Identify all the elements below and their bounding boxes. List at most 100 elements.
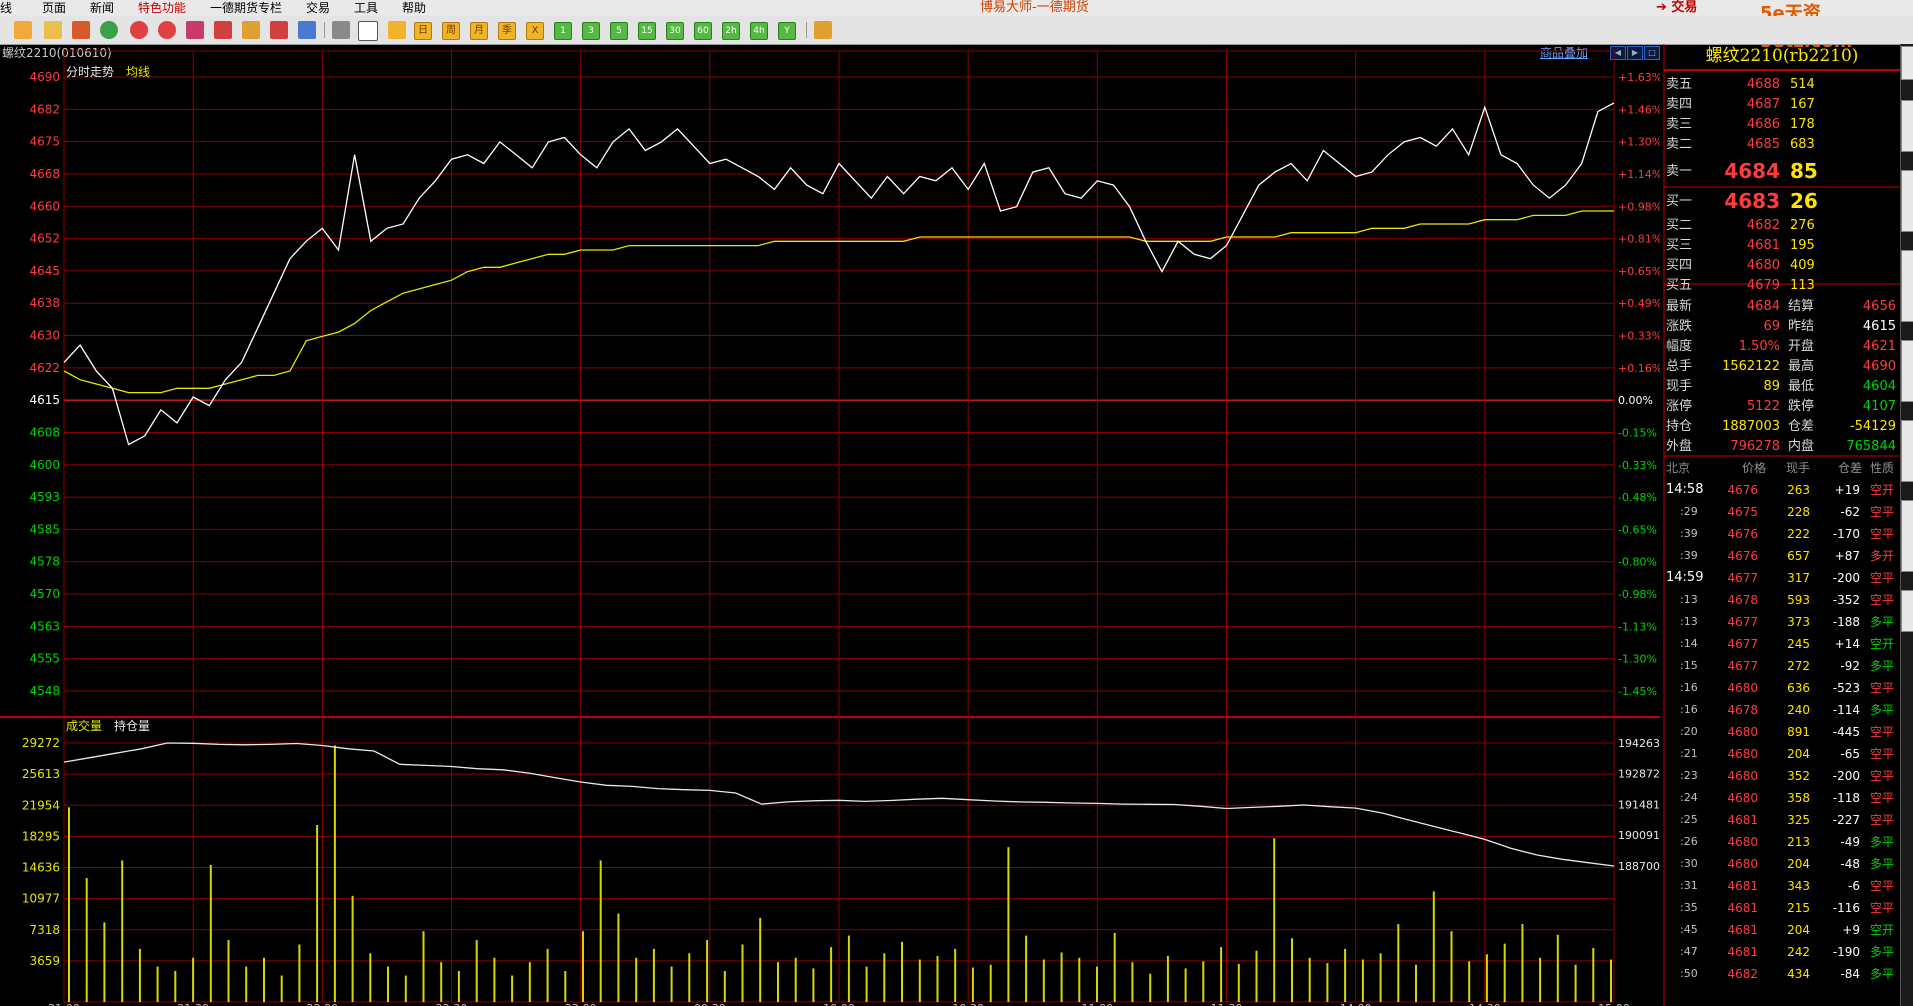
tag-icon[interactable] <box>242 21 260 39</box>
tick-row[interactable]: :50 4682 434 -84 多平 <box>1666 967 1898 985</box>
tick-row[interactable]: :16 4678 240 -114 多平 <box>1666 703 1898 721</box>
zoom-out-icon[interactable] <box>158 21 176 39</box>
tick-row[interactable]: 14:59 4677 317 -200 空平 <box>1666 571 1898 589</box>
menu-item-column[interactable]: 一德期货专栏 <box>210 0 282 16</box>
menu-item-line[interactable]: 线 <box>0 0 12 16</box>
period-3m-button[interactable]: 3 <box>582 22 600 40</box>
period-quarter-button[interactable]: 季 <box>498 22 516 40</box>
period-week-button[interactable]: 周 <box>442 22 460 40</box>
ask-volume: 85 <box>1790 159 1818 183</box>
ask-label: 卖五 <box>1666 77 1693 92</box>
kline-icon[interactable] <box>388 21 406 39</box>
tick-row[interactable]: :31 4681 343 -6 空平 <box>1666 879 1898 897</box>
trade-button[interactable]: ➔ 交易 <box>1656 0 1697 16</box>
tick-row[interactable]: :35 4681 215 -116 空平 <box>1666 901 1898 919</box>
period-x-button[interactable]: X <box>526 22 544 40</box>
period-year-button[interactable]: Y <box>778 22 796 40</box>
tick-oi-change: -48 <box>1840 857 1860 871</box>
period-2h-button[interactable]: 2h <box>722 22 740 40</box>
tick-row[interactable]: :30 4680 204 -48 多平 <box>1666 857 1898 875</box>
tick-row[interactable]: :24 4680 358 -118 空平 <box>1666 791 1898 809</box>
quote-title: 螺纹2210(rb2210) <box>1705 46 1859 66</box>
stat-label: 最高 <box>1788 359 1815 374</box>
side-tab-6[interactable] <box>1901 420 1913 482</box>
refresh-icon[interactable] <box>100 21 118 39</box>
intraday-chart[interactable]: 4690 4682 4675 4668 4660 4652 4645 4638 4630 4622… <box>0 44 1660 1006</box>
tick-row[interactable]: :26 4680 213 -49 多平 <box>1666 835 1898 853</box>
pen-icon[interactable] <box>214 21 232 39</box>
zoom-in-icon[interactable] <box>130 21 148 39</box>
side-tab-1[interactable] <box>1901 46 1913 80</box>
stat-value: 1562122 <box>1722 359 1780 374</box>
menu-item-news[interactable]: 新闻 <box>90 0 114 16</box>
menu-item-tools[interactable]: 工具 <box>354 0 378 16</box>
news-icon[interactable] <box>72 21 90 39</box>
volume-bar <box>209 864 212 1002</box>
tick-row[interactable]: :39 4676 222 -170 空平 <box>1666 527 1898 545</box>
tick-row[interactable]: :23 4680 352 -200 空平 <box>1666 769 1898 787</box>
period-5m-button[interactable]: 5 <box>610 22 628 40</box>
tick-row[interactable]: :45 4681 204 +9 空开 <box>1666 923 1898 941</box>
period-60m-button[interactable]: 60 <box>694 22 712 40</box>
period-30m-button[interactable]: 30 <box>666 22 684 40</box>
side-tab-5[interactable] <box>1901 340 1913 402</box>
tick-volume: 636 <box>1787 681 1810 695</box>
tick-row[interactable]: 14:58 4676 263 +19 空开 <box>1666 483 1898 501</box>
tick-price: 4677 <box>1727 571 1758 585</box>
stat-value: 1887003 <box>1722 419 1780 434</box>
menu-item-help[interactable]: 帮助 <box>402 0 426 16</box>
side-tab-4[interactable] <box>1901 250 1913 322</box>
tick-row[interactable]: :16 4680 636 -523 空平 <box>1666 681 1898 699</box>
home-icon[interactable] <box>14 21 32 39</box>
change-tick-label: +0.98% <box>1618 200 1660 213</box>
time-tick-label: 11:00 <box>1081 1002 1113 1006</box>
tick-volume: 373 <box>1787 615 1810 629</box>
side-tab-2[interactable] <box>1901 100 1913 152</box>
stat-value: -54129 <box>1849 419 1896 434</box>
period-15m-button[interactable]: 15 <box>638 22 656 40</box>
tick-row[interactable]: :13 4677 373 -188 多平 <box>1666 615 1898 633</box>
period-month-button[interactable]: 月 <box>470 22 488 40</box>
volume-bar <box>103 922 106 1002</box>
volume-bar <box>1468 961 1471 1002</box>
intraday-chart-icon[interactable] <box>358 21 378 41</box>
period-day-button[interactable]: 日 <box>414 22 432 40</box>
tick-row[interactable]: :25 4681 325 -227 空平 <box>1666 813 1898 831</box>
legend-price-line: 分时走势 <box>66 65 114 79</box>
period-4h-button[interactable]: 4h <box>750 22 768 40</box>
tick-row[interactable]: :29 4675 228 -62 空平 <box>1666 505 1898 523</box>
page-icon[interactable] <box>44 21 62 39</box>
volume-bar <box>582 931 584 1002</box>
volume-bar <box>847 935 850 1002</box>
tick-oi-change: +14 <box>1834 637 1860 651</box>
change-tick-label: +0.33% <box>1618 330 1660 343</box>
table-icon[interactable] <box>332 21 350 39</box>
tick-row[interactable]: :39 4676 657 +87 多开 <box>1666 549 1898 567</box>
filter-icon[interactable] <box>270 21 288 39</box>
side-tab-3[interactable] <box>1901 170 1913 232</box>
side-tab-7[interactable] <box>1901 500 1913 572</box>
new-icon[interactable] <box>298 21 316 39</box>
change-tick-label: -1.13% <box>1618 620 1657 633</box>
trade-button-label: 交易 <box>1671 0 1698 15</box>
tick-row[interactable]: :20 4680 891 -445 空平 <box>1666 725 1898 743</box>
volume-bar <box>1007 847 1010 1002</box>
calendar-icon[interactable] <box>814 21 832 39</box>
volume-bar <box>1131 962 1134 1002</box>
volume-bar <box>1025 935 1028 1002</box>
time-tick-label: 23:00 <box>565 1002 597 1006</box>
side-tab-8[interactable] <box>1901 590 1913 632</box>
tick-row[interactable]: :15 4677 272 -92 多平 <box>1666 659 1898 677</box>
tick-volume: 657 <box>1787 549 1810 563</box>
menu-item-trade[interactable]: 交易 <box>306 0 330 16</box>
menu-item-page[interactable]: 页面 <box>42 0 66 16</box>
tick-row[interactable]: :21 4680 204 -65 空平 <box>1666 747 1898 765</box>
select-icon[interactable] <box>186 21 204 39</box>
time-tick-label: 10:00 <box>823 1002 855 1006</box>
tick-row[interactable]: :47 4681 242 -190 多平 <box>1666 945 1898 963</box>
menu-item-features[interactable]: 特色功能 <box>138 0 186 16</box>
change-tick-label: +1.46% <box>1618 103 1660 116</box>
period-1m-button[interactable]: 1 <box>554 22 572 40</box>
tick-row[interactable]: :13 4678 593 -352 空平 <box>1666 593 1898 611</box>
tick-row[interactable]: :14 4677 245 +14 空开 <box>1666 637 1898 655</box>
